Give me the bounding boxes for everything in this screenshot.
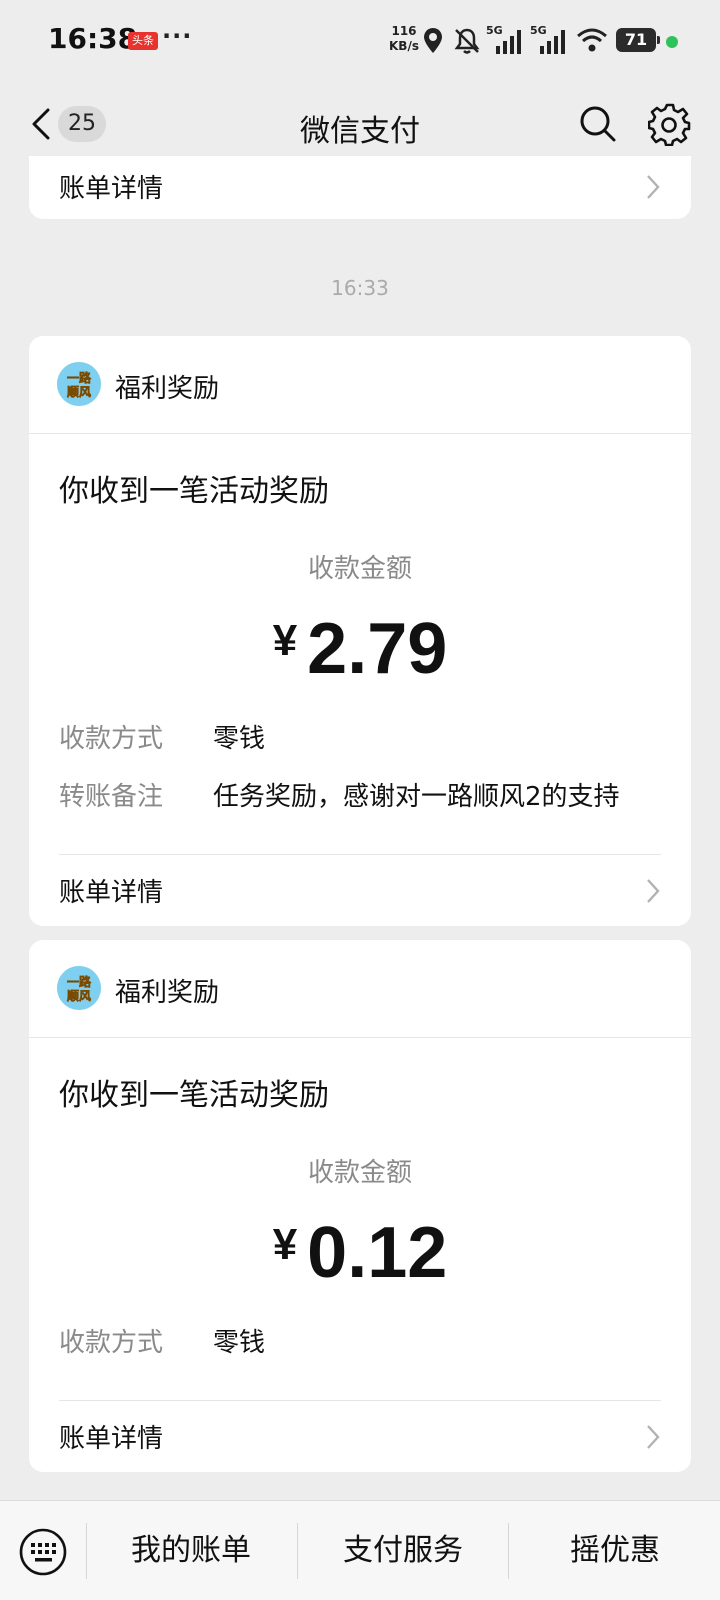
card-header: 一路 顺风 福利奖励 <box>29 336 691 434</box>
wifi-icon <box>577 28 607 52</box>
my-bills-button[interactable]: 我的账单 <box>88 1501 294 1600</box>
card-header: 一路 顺风 福利奖励 <box>29 940 691 1038</box>
bill-detail-row[interactable]: 账单详情 <box>29 1400 691 1472</box>
gear-icon[interactable] <box>648 102 692 146</box>
mute-bell-icon <box>454 28 480 54</box>
chevron-right-icon <box>647 879 660 903</box>
card-source-name[interactable]: 福利奖励 <box>115 972 219 1009</box>
battery-indicator: 71 <box>616 28 660 52</box>
shake-deals-button[interactable]: 摇优惠 <box>510 1501 720 1600</box>
card-source-name[interactable]: 福利奖励 <box>115 368 219 405</box>
svg-text:一路: 一路 <box>67 974 92 989</box>
location-icon <box>424 28 442 53</box>
svg-text:顺风: 顺风 <box>67 988 91 1003</box>
keyboard-icon[interactable] <box>18 1527 68 1577</box>
amount-value: ¥2.79 <box>29 608 691 690</box>
nav-bar: 25 微信支付 <box>0 84 720 164</box>
chevron-right-icon <box>647 1425 660 1449</box>
bill-detail-row[interactable]: 账单详情 <box>29 854 691 926</box>
app-avatar[interactable]: 一路 顺风 <box>57 966 101 1010</box>
amount-label: 收款金额 <box>307 1158 412 1188</box>
status-bar: 16:38 头条 ··· 116 KB/s 5G 5G 71 <box>0 0 720 84</box>
payment-services-button[interactable]: 支付服务 <box>298 1501 508 1600</box>
news-app-badge: 头条 <box>128 32 158 50</box>
svg-text:一路: 一路 <box>67 370 92 385</box>
currency-symbol: ¥ <box>272 1220 298 1269</box>
message-timestamp: 16:33 <box>331 276 389 300</box>
chevron-right-icon <box>647 175 660 199</box>
privacy-indicator-dot <box>666 36 678 48</box>
svg-text:顺风: 顺风 <box>67 384 91 399</box>
separator <box>508 1523 509 1579</box>
network-speed: 116 KB/s <box>389 24 419 53</box>
amount-number: 0.12 <box>307 1213 448 1293</box>
amount-label: 收款金额 <box>307 554 412 584</box>
currency-symbol: ¥ <box>272 616 298 665</box>
bill-detail-row[interactable]: 账单详情 <box>29 156 691 219</box>
status-time: 16:38 <box>48 22 138 55</box>
reward-message-card: 一路 顺风 福利奖励 你收到一笔活动奖励 收款金额 ¥2.79 收款方式 零钱 … <box>29 336 691 926</box>
app-avatar[interactable]: 一路 顺风 <box>57 362 101 406</box>
more-notifications-icon: ··· <box>162 22 193 50</box>
amount-number: 2.79 <box>307 609 448 689</box>
message-heading: 你收到一笔活动奖励 <box>59 1078 329 1113</box>
previous-message-card: 账单详情 <box>29 156 691 219</box>
search-icon[interactable] <box>578 104 618 144</box>
message-heading: 你收到一笔活动奖励 <box>59 474 329 509</box>
separator <box>86 1523 87 1579</box>
bottom-menu-bar: 我的账单 支付服务 摇优惠 <box>0 1500 720 1600</box>
reward-message-card: 一路 顺风 福利奖励 你收到一笔活动奖励 收款金额 ¥0.12 收款方式 零钱 … <box>29 940 691 1472</box>
amount-value: ¥0.12 <box>29 1212 691 1294</box>
